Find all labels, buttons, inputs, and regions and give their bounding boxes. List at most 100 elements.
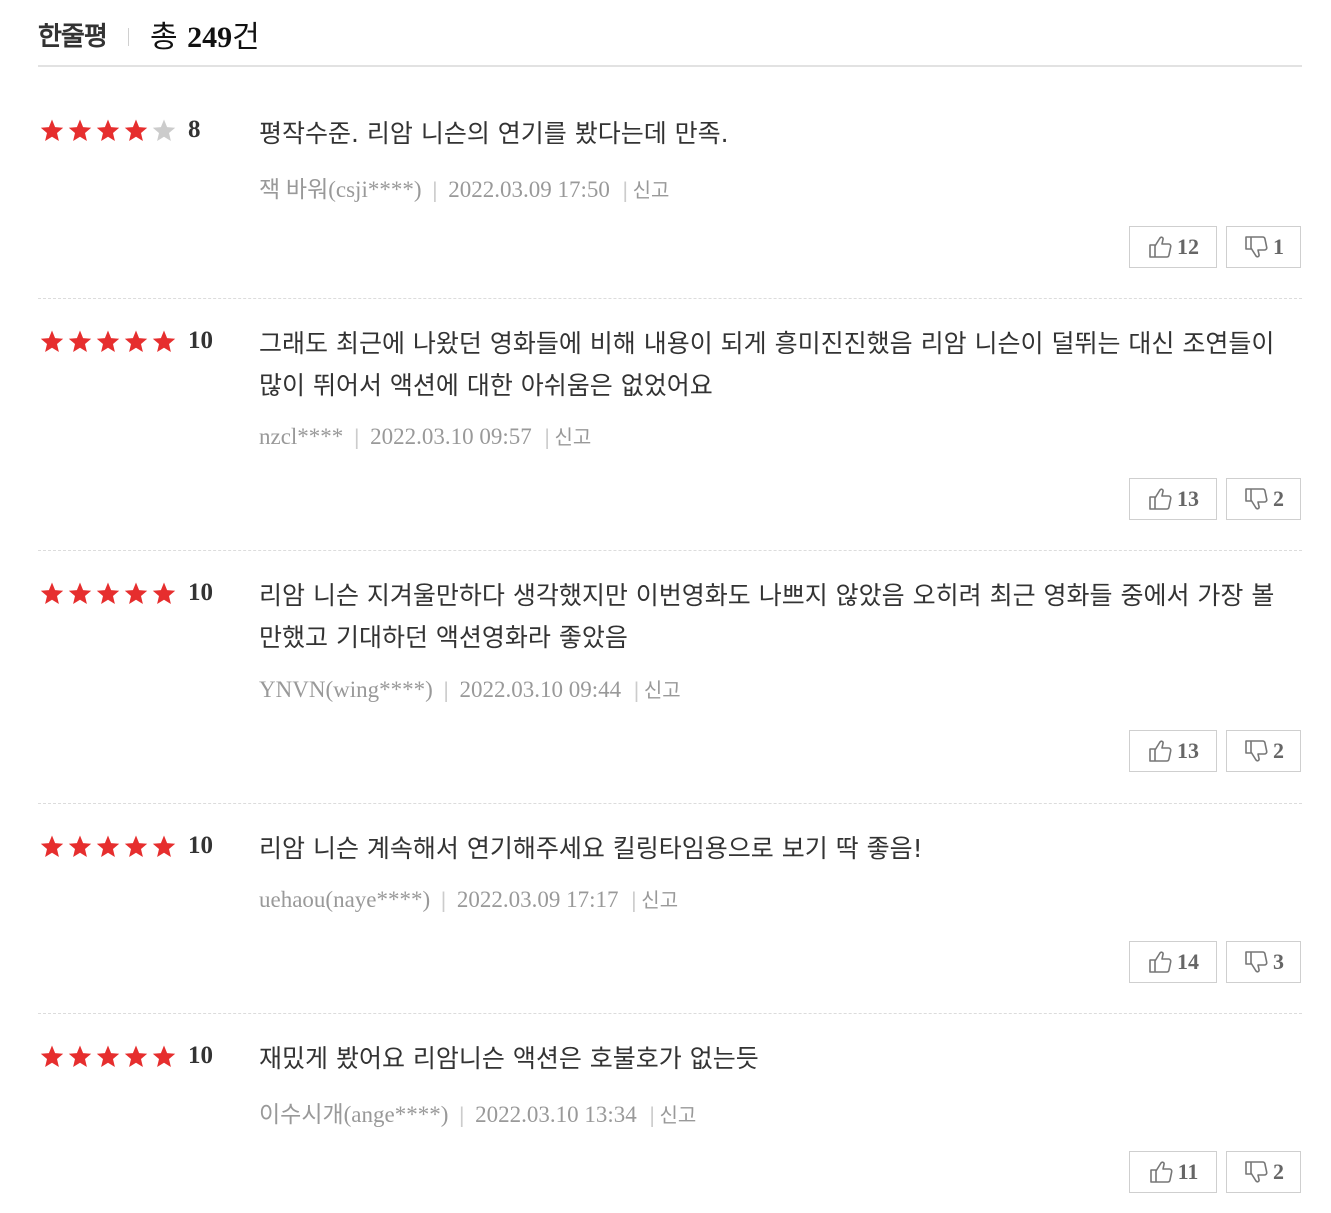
like-count: 13 <box>1177 738 1199 763</box>
like-count: 12 <box>1177 234 1199 259</box>
meta-divider: | <box>630 888 638 912</box>
star-filled-icon <box>40 582 64 604</box>
review-text: 리암 니슨 지겨울만하다 생각했지만 이번영화도 나쁘지 않았음 오히려 최근 … <box>259 581 1275 652</box>
report-link[interactable]: 신고 <box>554 425 591 449</box>
star-empty-icon <box>152 119 176 141</box>
meta-divider: | <box>353 425 361 449</box>
dislike-button[interactable]: 1 <box>1226 226 1301 268</box>
meta-divider: | <box>458 1103 466 1127</box>
review-meta: nzcl**** | 2022.03.10 09:57 | 신고 <box>259 421 591 450</box>
report-link[interactable]: 신고 <box>644 678 681 702</box>
review-author: 이수시개(ange****) <box>259 1102 449 1127</box>
thumbs-down-icon <box>1245 740 1268 762</box>
review-author: uehaou(naye****) <box>259 887 431 912</box>
meta-divider: | <box>648 1103 656 1127</box>
dislike-button[interactable]: 3 <box>1226 941 1301 983</box>
star-filled-icon <box>40 835 64 857</box>
review-score: 8 <box>188 116 201 143</box>
meta-divider: | <box>621 178 629 202</box>
review-score: 10 <box>188 327 213 354</box>
report-link[interactable]: 신고 <box>641 888 678 912</box>
star-filled-icon <box>152 582 176 604</box>
star-rating <box>38 834 178 860</box>
review-date: 2022.03.09 17:50 <box>448 177 610 202</box>
report-link[interactable]: 신고 <box>660 1103 697 1127</box>
star-filled-icon <box>152 1045 176 1067</box>
review-item: 10 그래도 최근에 나왔던 영화들에 비해 내용이 되게 흥미진진했음 리암 … <box>38 299 1302 551</box>
review-item: 10 리암 니슨 지겨울만하다 생각했지만 이번영화도 나쁘지 않았음 오히려 … <box>38 551 1302 804</box>
meta-divider: | <box>543 425 551 449</box>
star-filled-icon <box>96 119 120 141</box>
meta-divider: | <box>633 678 640 702</box>
review-score: 10 <box>188 832 213 859</box>
star-filled-icon <box>40 1045 64 1067</box>
review-text: 평작수준. 리암 니슨의 연기를 봤다는데 만족. <box>259 119 729 148</box>
like-button[interactable]: 11 <box>1129 1151 1217 1193</box>
dislike-count: 3 <box>1273 949 1284 974</box>
review-meta: 이수시개(ange****) | 2022.03.10 13:34 | 신고 <box>259 1095 696 1129</box>
like-button[interactable]: 13 <box>1129 730 1217 772</box>
meta-divider: | <box>431 178 439 202</box>
star-filled-icon <box>152 330 176 352</box>
dislike-button[interactable]: 2 <box>1226 1151 1301 1193</box>
star-filled-icon <box>124 1045 148 1067</box>
star-filled-icon <box>68 1045 92 1067</box>
thumbs-up-icon <box>1149 236 1172 258</box>
like-button[interactable]: 12 <box>1129 226 1217 268</box>
review-text: 재밌게 봤어요 리암니슨 액션은 호불호가 없는듯 <box>259 1044 759 1073</box>
star-filled-icon <box>40 330 64 352</box>
review-item: 10 재밌게 봤어요 리암니슨 액션은 호불호가 없는듯 이수시개(ange**… <box>38 1014 1302 1213</box>
header-divider <box>128 28 129 46</box>
review-meta: YNVN(wing****) | 2022.03.10 09:44 | 신고 <box>259 674 681 703</box>
review-date: 2022.03.09 17:17 <box>456 887 619 912</box>
report-link[interactable]: 신고 <box>633 178 670 202</box>
star-filled-icon <box>68 835 92 857</box>
review-meta: 잭 바워(csji****) | 2022.03.09 17:50 | 신고 <box>259 170 669 204</box>
thumbs-up-icon <box>1149 740 1172 762</box>
review-header: 한줄평 총 249건 <box>38 0 1302 67</box>
meta-divider: | <box>440 888 447 912</box>
thumbs-up-icon <box>1149 951 1172 973</box>
review-text: 리암 니슨 계속해서 연기해주세요 킬링타임용으로 보기 딱 좋음! <box>259 834 923 863</box>
review-date: 2022.03.10 13:34 <box>475 1102 637 1127</box>
review-author: YNVN(wing****) <box>259 677 433 702</box>
thumbs-down-icon <box>1245 488 1268 510</box>
total-prefix: 총 <box>150 20 188 55</box>
total-suffix: 건 <box>232 20 260 55</box>
total-count: 총 249건 <box>150 12 260 56</box>
dislike-button[interactable]: 2 <box>1226 730 1301 772</box>
star-rating <box>38 581 178 607</box>
review-meta: uehaou(naye****) | 2022.03.09 17:17 | 신고 <box>259 884 678 913</box>
dislike-count: 2 <box>1273 486 1284 511</box>
star-filled-icon <box>40 119 64 141</box>
like-count: 11 <box>1177 1159 1199 1184</box>
star-rating <box>38 118 178 144</box>
star-filled-icon <box>96 330 120 352</box>
review-text: 그래도 최근에 나왔던 영화들에 비해 내용이 되게 흥미진진했음 리암 니슨이… <box>259 329 1275 400</box>
dislike-count: 2 <box>1273 738 1284 763</box>
star-rating <box>38 1044 178 1070</box>
star-filled-icon <box>96 582 120 604</box>
review-date: 2022.03.10 09:44 <box>459 677 622 702</box>
thumbs-down-icon <box>1245 951 1268 973</box>
star-filled-icon <box>68 330 92 352</box>
star-filled-icon <box>96 1045 120 1067</box>
star-filled-icon <box>124 330 148 352</box>
star-filled-icon <box>124 119 148 141</box>
like-count: 14 <box>1177 949 1199 974</box>
like-count: 13 <box>1177 486 1199 511</box>
like-button[interactable]: 14 <box>1129 941 1217 983</box>
total-number: 249 <box>187 21 233 54</box>
dislike-button[interactable]: 2 <box>1226 478 1301 520</box>
thumbs-up-icon <box>1149 488 1172 510</box>
star-filled-icon <box>124 582 148 604</box>
review-item: 10 리암 니슨 계속해서 연기해주세요 킬링타임용으로 보기 딱 좋음! ue… <box>38 804 1302 1014</box>
review-date: 2022.03.10 09:57 <box>370 424 532 449</box>
meta-divider: | <box>442 678 450 702</box>
thumbs-up-icon <box>1149 1161 1173 1183</box>
star-filled-icon <box>152 835 176 857</box>
review-score: 10 <box>188 579 213 606</box>
star-filled-icon <box>124 835 148 857</box>
like-button[interactable]: 13 <box>1129 478 1217 520</box>
thumbs-down-icon <box>1245 1161 1268 1183</box>
